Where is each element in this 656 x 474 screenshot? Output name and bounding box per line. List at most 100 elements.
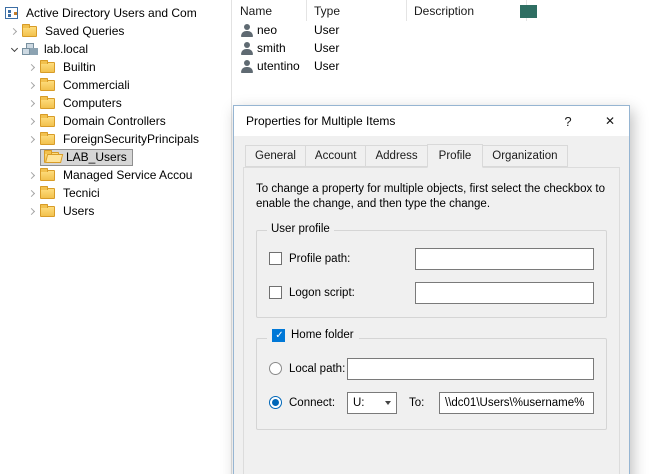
tree-item-label: Builtin bbox=[60, 59, 99, 75]
user-name: neo bbox=[257, 23, 277, 37]
user-profile-group: User profile Profile path: Logon script: bbox=[256, 230, 607, 318]
open-folder-icon bbox=[44, 152, 59, 163]
aduc-window: Active Directory Users and Com Saved Que… bbox=[0, 0, 656, 474]
folder-icon bbox=[40, 206, 55, 217]
chevron-collapsed-icon[interactable] bbox=[24, 113, 40, 129]
user-icon bbox=[240, 24, 253, 37]
user-name: utentino bbox=[257, 59, 300, 73]
home-folder-group-label: Home folder bbox=[267, 329, 359, 342]
chevron-expanded-icon[interactable] bbox=[6, 41, 22, 57]
list-row-utentino[interactable]: utentino User bbox=[233, 57, 656, 75]
drive-letter-value: U: bbox=[353, 397, 365, 409]
instruction-text: To change a property for multiple object… bbox=[256, 182, 607, 212]
tree-item-label: Tecnici bbox=[60, 185, 103, 201]
dialog-titlebar[interactable]: Properties for Multiple Items ? ✕ bbox=[234, 106, 629, 136]
connect-row: Connect: U: To: bbox=[269, 391, 594, 415]
home-folder-checkbox[interactable] bbox=[272, 329, 285, 342]
profile-path-input[interactable] bbox=[415, 248, 594, 270]
local-path-label[interactable]: Local path: bbox=[282, 363, 347, 375]
column-header-name[interactable]: Name bbox=[233, 0, 307, 21]
active-directory-icon bbox=[5, 7, 18, 19]
tree-item-computers[interactable]: Computers bbox=[0, 94, 230, 112]
folder-icon bbox=[40, 98, 55, 109]
drive-letter-select[interactable]: U: bbox=[347, 392, 397, 414]
folder-icon bbox=[40, 62, 55, 73]
chevron-collapsed-icon[interactable] bbox=[24, 95, 40, 111]
local-path-radio[interactable] bbox=[269, 362, 282, 375]
profile-path-row: Profile path: bbox=[269, 247, 594, 271]
dialog-body: General Account Address Profile Organiza… bbox=[234, 136, 629, 474]
object-list: Name Type Description neo User smith Use… bbox=[233, 0, 656, 104]
user-type: User bbox=[307, 41, 407, 55]
tab-organization[interactable]: Organization bbox=[482, 145, 567, 167]
domain-icon bbox=[22, 43, 36, 55]
chevron-collapsed-icon[interactable] bbox=[24, 185, 40, 201]
chevron-placeholder bbox=[24, 149, 40, 165]
list-header: Name Type Description bbox=[233, 0, 656, 21]
connect-radio[interactable] bbox=[269, 396, 282, 409]
logon-script-input[interactable] bbox=[415, 282, 594, 304]
tab-general[interactable]: General bbox=[245, 145, 306, 167]
properties-dialog: Properties for Multiple Items ? ✕ Genera… bbox=[233, 105, 630, 474]
folder-icon bbox=[22, 26, 37, 37]
tab-account[interactable]: Account bbox=[305, 145, 367, 167]
user-icon bbox=[240, 60, 253, 73]
tree-item-label: Users bbox=[60, 203, 97, 219]
chevron-collapsed-icon[interactable] bbox=[24, 203, 40, 219]
column-header-description[interactable]: Description bbox=[407, 0, 527, 21]
tab-address[interactable]: Address bbox=[365, 145, 427, 167]
tree-item-saved-queries[interactable]: Saved Queries bbox=[0, 22, 230, 40]
connect-label[interactable]: Connect: bbox=[282, 397, 347, 409]
list-row-smith[interactable]: smith User bbox=[233, 39, 656, 57]
chevron-collapsed-icon[interactable] bbox=[24, 131, 40, 147]
tree-item-tecnici[interactable]: Tecnici bbox=[0, 184, 230, 202]
profile-path-checkbox[interactable] bbox=[269, 252, 282, 265]
tab-strip: General Account Address Profile Organiza… bbox=[243, 144, 620, 167]
logon-script-label[interactable]: Logon script: bbox=[282, 287, 415, 299]
help-button[interactable]: ? bbox=[553, 106, 583, 136]
tree-item-label: Commerciali bbox=[60, 77, 133, 93]
folder-icon bbox=[40, 170, 55, 181]
panel-splitter[interactable] bbox=[231, 0, 232, 474]
local-path-input[interactable] bbox=[347, 358, 594, 380]
tree-item-lab-users[interactable]: LAB_Users bbox=[0, 148, 230, 166]
tree-item-lab-local[interactable]: lab.local bbox=[0, 40, 230, 58]
home-folder-label[interactable]: Home folder bbox=[285, 329, 354, 341]
user-icon bbox=[240, 42, 253, 55]
chevron-collapsed-icon[interactable] bbox=[24, 59, 40, 75]
tree-item-label: Computers bbox=[60, 95, 125, 111]
list-row-neo[interactable]: neo User bbox=[233, 21, 656, 39]
close-button[interactable]: ✕ bbox=[595, 106, 625, 136]
tree-item-label: LAB_Users bbox=[63, 149, 130, 165]
console-tree: Active Directory Users and Com Saved Que… bbox=[0, 0, 230, 474]
tab-profile[interactable]: Profile bbox=[427, 144, 484, 168]
profile-tab-page: To change a property for multiple object… bbox=[243, 167, 620, 474]
user-type: User bbox=[307, 23, 407, 37]
connect-path-input[interactable] bbox=[439, 392, 594, 414]
chevron-collapsed-icon[interactable] bbox=[24, 167, 40, 183]
folder-icon bbox=[40, 80, 55, 91]
folder-icon bbox=[40, 188, 55, 199]
logon-script-checkbox[interactable] bbox=[269, 286, 282, 299]
folder-icon bbox=[40, 116, 55, 127]
tree-item-domain-controllers[interactable]: Domain Controllers bbox=[0, 112, 230, 130]
tree-item-users[interactable]: Users bbox=[0, 202, 230, 220]
to-label: To: bbox=[409, 397, 435, 409]
profile-path-label[interactable]: Profile path: bbox=[282, 253, 415, 265]
tree-item-label: ForeignSecurityPrincipals bbox=[60, 131, 202, 147]
column-header-type[interactable]: Type bbox=[307, 0, 407, 21]
local-path-row: Local path: bbox=[269, 357, 594, 381]
tree-item-commerciali[interactable]: Commerciali bbox=[0, 76, 230, 94]
logon-script-row: Logon script: bbox=[269, 281, 594, 305]
user-profile-group-label: User profile bbox=[267, 223, 334, 235]
chevron-collapsed-icon[interactable] bbox=[24, 77, 40, 93]
folder-icon bbox=[40, 134, 55, 145]
chevron-collapsed-icon[interactable] bbox=[6, 23, 22, 39]
header-badge-icon bbox=[520, 5, 537, 18]
tree-item-builtin[interactable]: Builtin bbox=[0, 58, 230, 76]
tree-item-managed-service-accounts[interactable]: Managed Service Accou bbox=[0, 166, 230, 184]
chevron-down-icon bbox=[385, 401, 391, 405]
selected-tree-item[interactable]: LAB_Users bbox=[40, 149, 133, 166]
tree-item-active-directory-root[interactable]: Active Directory Users and Com bbox=[0, 4, 230, 22]
tree-item-foreignsecurityprincipals[interactable]: ForeignSecurityPrincipals bbox=[0, 130, 230, 148]
